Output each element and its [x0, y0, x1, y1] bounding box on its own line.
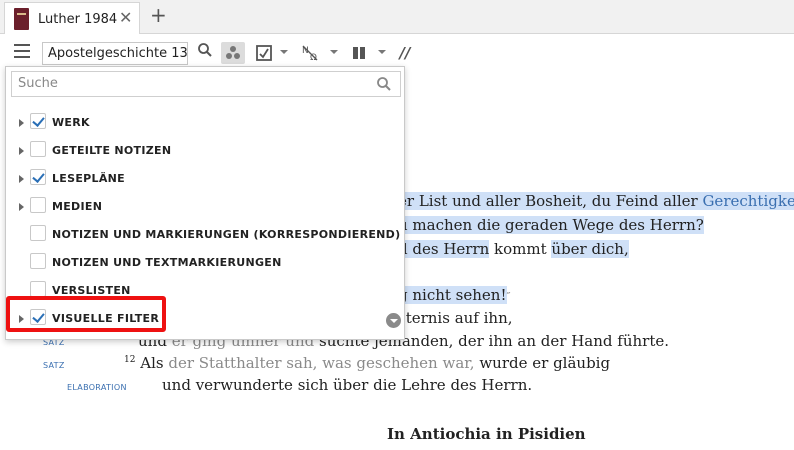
filter-item-medien[interactable]: MEDIEN [6, 192, 404, 220]
text-segment: über dich, [551, 240, 629, 258]
parallel-resources-icon[interactable]: // [396, 42, 414, 64]
checkbox-verslisten[interactable] [30, 281, 46, 297]
text-segment: u machen die geraden Wege des Herrn? [398, 216, 704, 234]
expand-arrow-icon[interactable] [19, 175, 24, 183]
expand-arrow-icon[interactable] [19, 119, 24, 127]
section-heading: In Antiochia in Pisidien [387, 425, 586, 443]
checkbox-notizen-textmarkierungen[interactable] [30, 253, 46, 269]
close-tab-icon[interactable]: ✕ [119, 8, 132, 27]
text-segment: g nicht sehen! [398, 286, 507, 304]
label-elaboration[interactable]: ELABORATION [67, 383, 127, 392]
reference-input[interactable]: Apostelgeschichte 13,10 [42, 42, 188, 65]
text-line-8: und verwunderte sich über die Lehre des … [162, 376, 532, 394]
menu-icon[interactable] [14, 44, 30, 58]
expand-arrow-icon[interactable] [19, 203, 24, 211]
tab-title: Luther 1984 [38, 12, 118, 27]
label-satz[interactable]: SATZ [43, 361, 65, 370]
text-line-1: er List und aller Bosheit, du Feind alle… [398, 192, 794, 210]
search-icon[interactable] [195, 42, 215, 64]
text-line-3: d des Herrn kommt über dich, [398, 240, 629, 258]
text-segment: und verwunderte sich über die Lehre des … [162, 376, 533, 394]
search-icon[interactable] [376, 76, 392, 96]
columns-dropdown-caret[interactable] [378, 50, 386, 54]
expand-arrow-icon[interactable] [19, 147, 24, 155]
text-segment: Als [140, 354, 169, 372]
filter-label: GETEILTE NOTIZEN [52, 144, 172, 157]
filter-item-notizen-textmarkierungen[interactable]: NOTIZEN UND TEXTMARKIERUNGEN [6, 248, 404, 276]
interlinear-dropdown-caret[interactable] [330, 50, 338, 54]
checkbox-werk[interactable] [30, 113, 46, 129]
add-tab-button[interactable]: + [150, 3, 167, 27]
filter-label: MEDIEN [52, 200, 103, 213]
book-cover-icon [14, 8, 29, 30]
text-segment: der Statthalter sah, was geschehen war, [168, 354, 475, 372]
text-line-2: u machen die geraden Wege des Herrn? [398, 216, 704, 234]
verse-number[interactable]: 12 [124, 355, 135, 365]
search-placeholder: Suche [18, 76, 58, 91]
text-line-4: g nicht sehen!″ [398, 286, 511, 304]
notes-icon[interactable] [254, 42, 274, 64]
interlinear-icon[interactable]: NΩ [300, 42, 322, 64]
filter-item-lesepläne[interactable]: LESEPLÄNE [6, 164, 404, 192]
text-segment: kommt [489, 240, 552, 258]
text-segment: wurde er gläubig [474, 354, 611, 372]
scroll-down-icon[interactable] [386, 313, 401, 328]
columns-icon[interactable] [350, 42, 368, 64]
toolbar: Apostelgeschichte 13,10 NΩ // [0, 34, 794, 70]
text-line-7: 12 Als der Statthalter sah, was geschehe… [124, 354, 610, 372]
filter-item-geteilte-notizen[interactable]: GETEILTE NOTIZEN [6, 136, 404, 164]
dropdown-search-input[interactable]: Suche [11, 71, 401, 97]
tab-luther-1984[interactable]: Luther 1984 ✕ [4, 2, 140, 34]
highlight-annotation-box [6, 296, 166, 332]
filter-label: WERK [52, 116, 90, 129]
text-line-5: sternis auf ihn, [398, 309, 513, 327]
filter-label: NOTIZEN UND TEXTMARKIERUNGEN [52, 256, 282, 269]
text-segment: er List und aller Bosheit, du Feind alle… [398, 192, 703, 210]
filter-item-werk[interactable]: WERK [6, 108, 404, 136]
checkbox-medien[interactable] [30, 197, 46, 213]
visual-filter-icon[interactable] [221, 42, 245, 64]
text-segment: sternis auf ihn, [398, 309, 513, 327]
tab-bar: Luther 1984 ✕ + [0, 0, 794, 34]
filter-label: LESEPLÄNE [52, 172, 125, 185]
app-window: Luther 1984 ✕ + Apostelgeschichte 13,10 … [0, 0, 794, 450]
filter-item-notizen-korrespondierend[interactable]: NOTIZEN UND MARKIERUNGEN (KORRESPONDIERE… [6, 220, 404, 248]
text-segment-gerechtigkeit[interactable]: Gerechtigkeit [702, 192, 794, 210]
notes-dropdown-caret[interactable] [280, 50, 288, 54]
footnote-marker[interactable]: ″ [507, 290, 511, 303]
text-segment: d des Herrn [398, 240, 490, 258]
filter-label: NOTIZEN UND MARKIERUNGEN (KORRESPONDIERE… [52, 228, 401, 241]
checkbox-geteilte-notizen[interactable] [30, 141, 46, 157]
checkbox-lesepläne[interactable] [30, 169, 46, 185]
checkbox-notizen-korrespondierend[interactable] [30, 225, 46, 241]
